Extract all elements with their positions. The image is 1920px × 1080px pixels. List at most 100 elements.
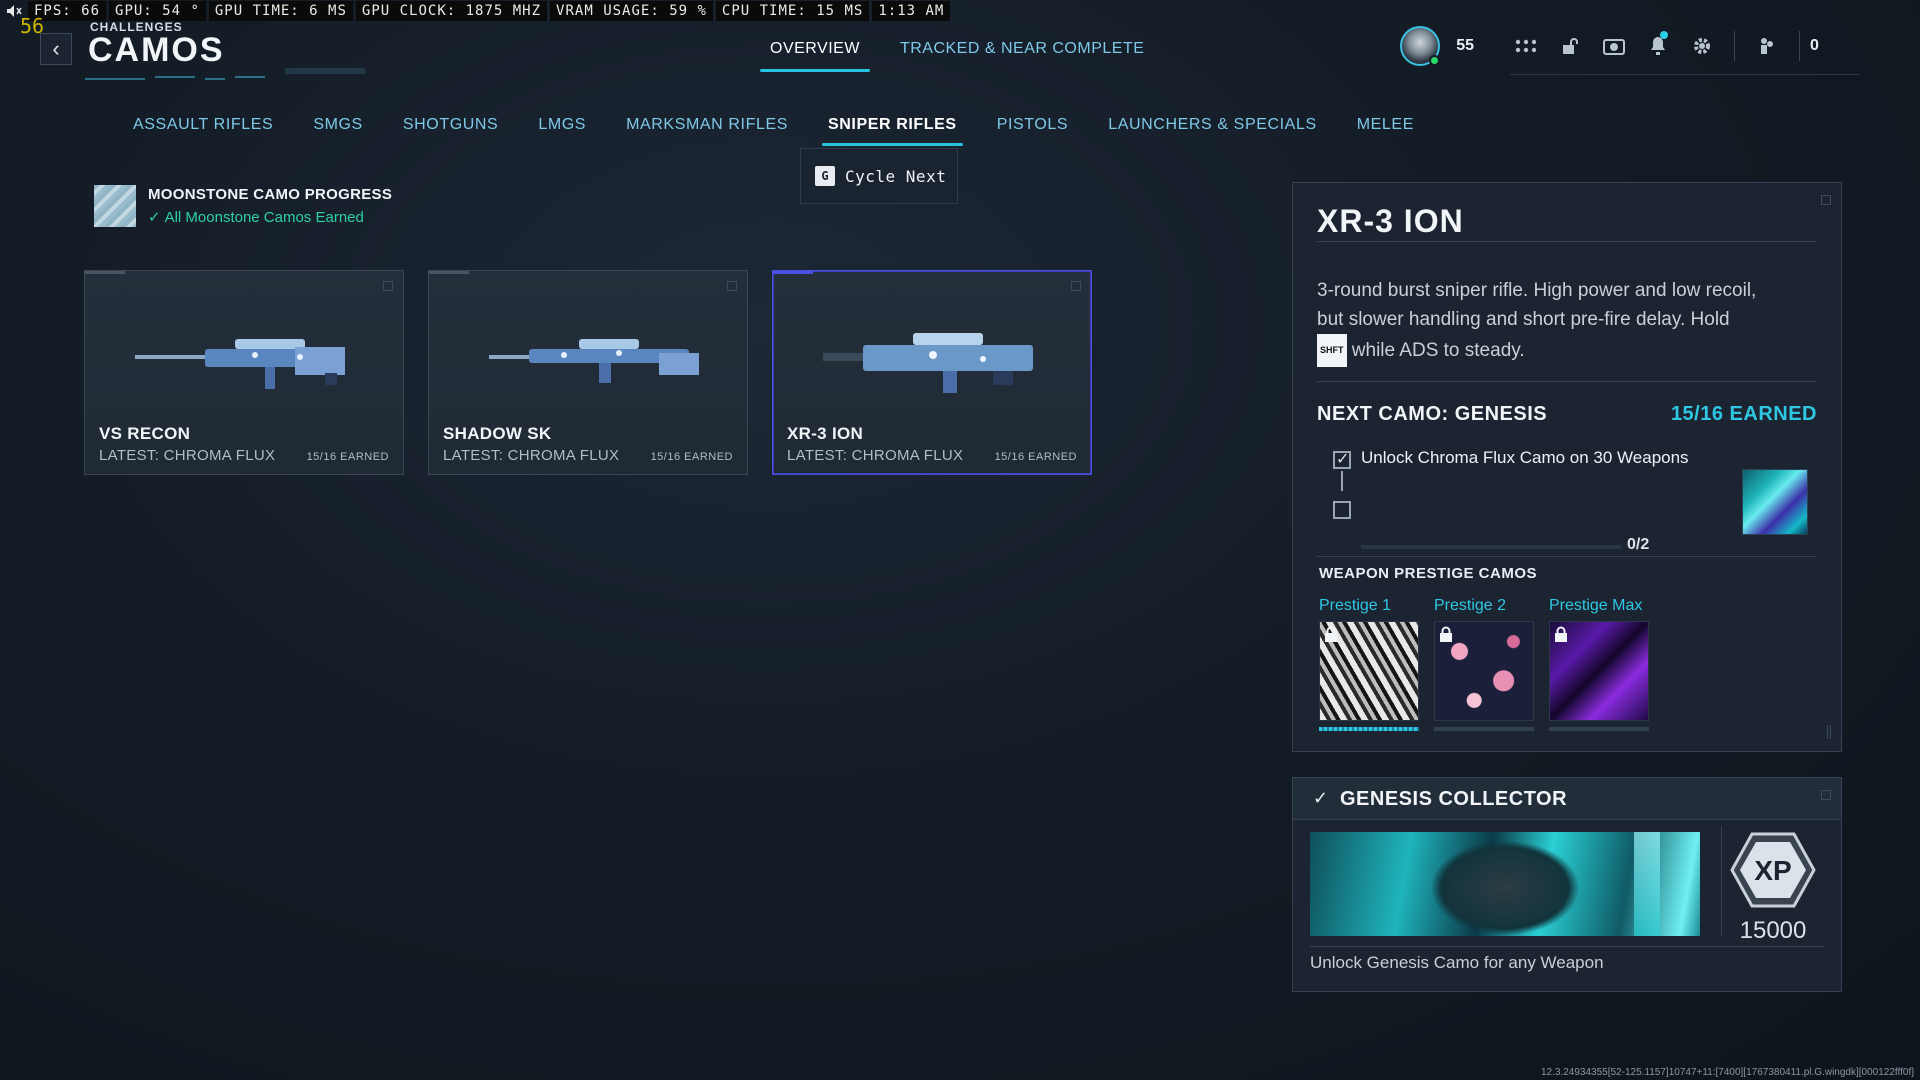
grid-icon [1515, 39, 1537, 53]
prestige-label: Prestige Max [1549, 597, 1643, 614]
divider [1317, 381, 1817, 382]
cycle-next-label: Cycle Next [845, 166, 947, 186]
party-button[interactable] [1745, 26, 1789, 66]
card-top-accent [85, 271, 125, 274]
key-hint: G [815, 166, 835, 186]
hud-gpu-clock: GPU CLOCK: 1875 MHZ [355, 1, 548, 21]
weapon-card-xr-3-ion[interactable]: XR-3 ION LATEST: CHROMA FLUX 15/16 EARNE… [772, 270, 1092, 475]
check-icon: ✓ [148, 209, 161, 226]
tab-smgs[interactable]: SMGS [293, 116, 383, 134]
header-underline [1510, 74, 1860, 75]
genesis-reward-image [1310, 832, 1700, 936]
lock-icon [1325, 626, 1337, 642]
card-top-accent [429, 271, 469, 274]
weapon-name: XR-3 ION [787, 424, 864, 443]
weapon-category-tabs: ASSAULT RIFLES SMGS SHOTGUNS LMGS MARKSM… [133, 116, 1434, 146]
xp-amount: 15000 [1739, 917, 1807, 944]
bell-icon [1651, 37, 1665, 55]
card-corner-marker [1071, 281, 1081, 291]
requirement-connector [1341, 471, 1343, 491]
weapon-latest-camo: LATEST: CHROMA FLUX [787, 447, 964, 464]
panel-corner-marker [1821, 195, 1831, 205]
back-button[interactable]: ‹ [40, 33, 72, 65]
tab-overview[interactable]: OVERVIEW [760, 40, 870, 72]
unlock-icon [1563, 38, 1578, 54]
svg-text:XP: XP [1754, 855, 1791, 886]
lock-icon [1440, 626, 1452, 642]
requirement-checkbox-checked [1333, 449, 1351, 469]
apps-grid-button[interactable] [1504, 26, 1548, 66]
player-level: 55 [1456, 37, 1474, 54]
tab-tracked[interactable]: TRACKED & NEAR COMPLETE [900, 40, 1144, 66]
prestige-camo-thumbnail [1549, 621, 1649, 721]
reward-glow [1634, 832, 1660, 936]
next-camo-earned: 15/16 EARNED [1670, 403, 1817, 425]
tab-sniper-rifles[interactable]: SNIPER RIFLES [808, 116, 977, 146]
prestige-progress-bar [1549, 727, 1649, 731]
divider [1734, 31, 1735, 61]
weapon-name: VS RECON [99, 424, 191, 443]
moonstone-camo-thumbnail [94, 185, 136, 227]
weapon-latest-camo: LATEST: CHROMA FLUX [99, 447, 276, 464]
panel-scroll-marker [1827, 725, 1831, 739]
tab-melee[interactable]: MELEE [1337, 116, 1434, 134]
player-avatar[interactable] [1400, 26, 1441, 66]
prestige-2-camo[interactable]: Prestige 2 [1434, 597, 1534, 731]
tab-lmgs[interactable]: LMGS [518, 116, 606, 134]
tab-launchers-specials[interactable]: LAUNCHERS & SPECIALS [1088, 116, 1337, 134]
card-corner-marker [383, 281, 393, 291]
moonstone-progress: MOONSTONE CAMO PROGRESS ✓ All Moonstone C… [94, 185, 392, 227]
settings-button[interactable] [1680, 26, 1724, 66]
cycle-next-button[interactable]: G Cycle Next [800, 148, 958, 204]
moonstone-title: MOONSTONE CAMO PROGRESS [148, 186, 393, 203]
detail-description: 3-round burst sniper rifle. High power a… [1317, 276, 1757, 367]
hud-gpu-time: GPU TIME: 6 MS [208, 1, 353, 21]
page-title: CAMOS [88, 31, 225, 69]
title-decoration [85, 68, 365, 80]
genesis-collector-panel: ✓ GENESIS COLLECTOR XP 15000 Unlock Gene… [1292, 777, 1842, 992]
hud-cpu-time: CPU TIME: 15 MS [715, 1, 870, 21]
divider [1317, 556, 1817, 557]
unlock-button[interactable] [1548, 26, 1592, 66]
prestige-label: Prestige 2 [1434, 597, 1507, 614]
prestige-progress-bar [1434, 727, 1534, 731]
sniper-rifle-icon [489, 339, 699, 383]
performance-overlay: FPS: 66 GPU: 54 ° GPU TIME: 6 MS GPU CLO… [0, 0, 953, 22]
requirement-progress-text: 0/2 [1627, 536, 1650, 553]
build-id: 12.3.24934355[52-125.1157]10747+11:[7400… [1540, 1067, 1914, 1078]
genesis-camo-thumbnail [1742, 469, 1808, 535]
gear-icon [1694, 38, 1710, 54]
prestige-camo-thumbnail [1319, 621, 1419, 721]
weapon-earned: 15/16 EARNED [306, 451, 389, 463]
prestige-camo-thumbnail [1434, 621, 1534, 721]
prestige-max-camo[interactable]: Prestige Max [1549, 597, 1649, 731]
sniper-rifle-icon [135, 339, 345, 389]
requirement-progress-bar [1361, 545, 1621, 549]
tab-shotguns[interactable]: SHOTGUNS [383, 116, 518, 134]
prestige-1-camo[interactable]: Prestige 1 [1319, 597, 1419, 731]
camera-button[interactable] [1592, 26, 1636, 66]
requirement-checkbox-unchecked [1333, 501, 1351, 519]
tab-assault-rifles[interactable]: ASSAULT RIFLES [133, 116, 293, 134]
weapon-card-shadow-sk[interactable]: SHADOW SK LATEST: CHROMA FLUX 15/16 EARN… [428, 270, 748, 475]
card-top-accent [773, 271, 813, 274]
weapon-card-vs-recon[interactable]: VS RECON LATEST: CHROMA FLUX 15/16 EARNE… [84, 270, 404, 475]
tab-pistols[interactable]: PISTOLS [977, 116, 1089, 134]
tab-marksman-rifles[interactable]: MARKSMAN RIFLES [606, 116, 808, 134]
notifications-button[interactable] [1636, 26, 1680, 66]
party-icon [1761, 38, 1773, 54]
divider [1317, 241, 1817, 242]
description-text: 3-round burst sniper rifle. High power a… [1317, 280, 1757, 330]
collector-title: GENESIS COLLECTOR [1340, 788, 1568, 810]
divider [1310, 946, 1824, 947]
panel-corner-marker [1821, 790, 1831, 800]
top-right-bar: 55 0 [1400, 26, 1860, 66]
online-status-icon [1429, 55, 1441, 66]
hud-clock: 1:13 AM [872, 1, 951, 21]
weapon-name: SHADOW SK [443, 424, 552, 443]
weapon-earned: 15/16 EARNED [994, 451, 1077, 463]
reward-artwork [1430, 840, 1580, 936]
collector-header: ✓ GENESIS COLLECTOR [1293, 778, 1841, 820]
card-corner-marker [727, 281, 737, 291]
collector-description: Unlock Genesis Camo for any Weapon [1310, 953, 1604, 972]
